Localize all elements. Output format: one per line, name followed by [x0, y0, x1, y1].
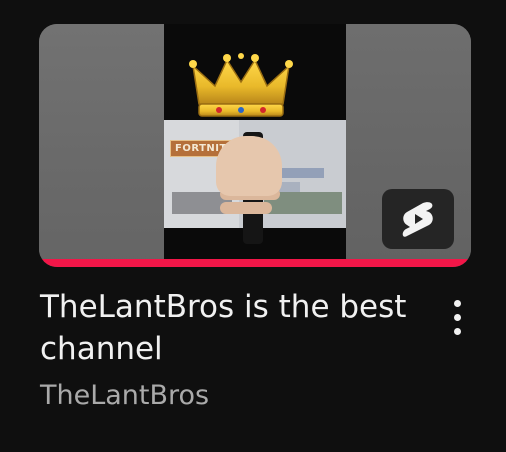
more-options-button[interactable] — [440, 294, 476, 342]
youtube-shorts-icon — [402, 202, 433, 237]
watch-progress-bar — [39, 259, 471, 267]
crown-icon — [189, 53, 293, 117]
more-vertical-icon — [454, 314, 461, 321]
channel-name[interactable]: TheLantBros — [40, 380, 209, 411]
hand-finger — [220, 202, 272, 214]
video-card[interactable]: FORTNITE TheLantBros is the best channel… — [0, 0, 506, 452]
thumbnail-blur-left — [39, 24, 164, 267]
thumbs-up-hand — [216, 136, 282, 196]
video-title[interactable]: TheLantBros is the best channel — [40, 286, 420, 370]
more-vertical-icon — [454, 300, 461, 307]
video-thumbnail[interactable]: FORTNITE — [39, 24, 471, 267]
thumbnail-frame: FORTNITE — [164, 24, 346, 267]
shorts-badge — [382, 189, 454, 249]
watch-progress-fill — [39, 259, 471, 267]
more-vertical-icon — [454, 328, 461, 335]
